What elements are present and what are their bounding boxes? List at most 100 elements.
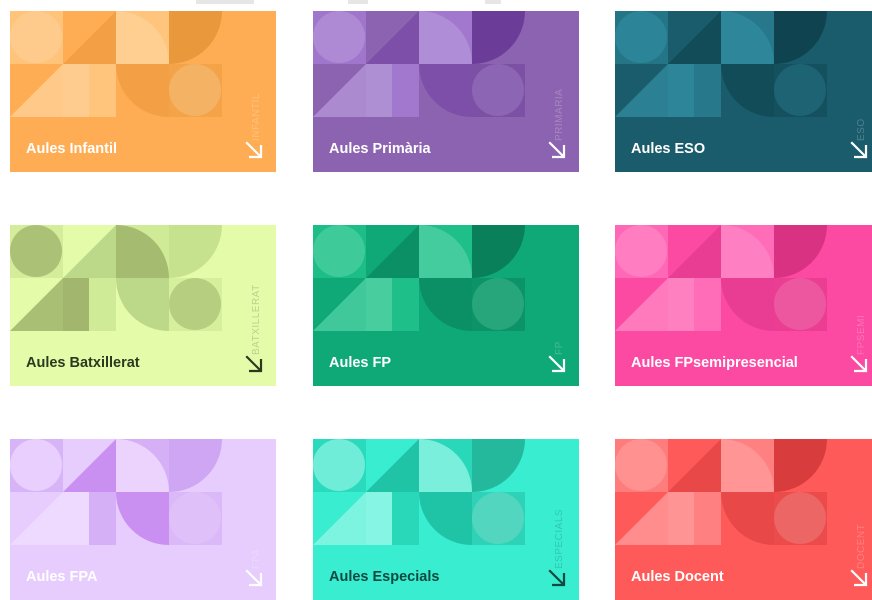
pattern-shape — [392, 64, 419, 117]
card-aules-fp[interactable]: FP Aules FP — [313, 225, 579, 386]
pattern-shape — [392, 278, 419, 331]
pattern-shape — [10, 278, 63, 331]
pattern-shape — [313, 225, 365, 277]
card-aules-especials[interactable]: ESPECIALS Aules Especials — [313, 439, 579, 600]
pattern-shape — [366, 225, 419, 278]
pattern-shape — [668, 225, 721, 278]
pattern-shape — [10, 225, 62, 277]
pattern-shape — [63, 64, 89, 117]
pattern-shape — [668, 64, 694, 117]
card-title: Aules FPA — [26, 569, 98, 585]
pattern-shape — [774, 278, 827, 331]
pattern-shape — [63, 225, 116, 278]
card-aules-eso[interactable]: ESO Aules ESO — [615, 11, 872, 172]
tab-indicator — [196, 0, 254, 4]
pattern-shape — [694, 492, 721, 545]
pattern-shape — [392, 492, 419, 545]
arrow-down-right-icon — [850, 141, 868, 159]
card-side-label: FP — [554, 341, 565, 355]
card-title: Aules Docent — [631, 569, 724, 585]
pattern-shape — [313, 64, 366, 117]
card-title: Aules ESO — [631, 141, 706, 157]
pattern-shape — [63, 439, 116, 492]
card-side-label: FPA — [251, 548, 262, 569]
pattern-shape — [472, 492, 525, 545]
pattern-shape — [694, 64, 721, 117]
pattern-shape — [89, 64, 116, 117]
card-side-label: INFANTIL — [251, 93, 262, 141]
pattern-shape — [169, 492, 222, 545]
card-aules-fpa[interactable]: FPA Aules FPA — [10, 439, 276, 600]
pattern-shape — [313, 439, 365, 491]
pattern-shape — [169, 439, 222, 492]
pattern-shape — [169, 225, 222, 278]
arrow-down-right-icon — [548, 141, 566, 159]
card-side-label: ESPECIALS — [554, 508, 565, 569]
card-side-label: PRIMARIA — [554, 88, 565, 141]
arrow-down-right-icon — [548, 355, 566, 373]
arrow-down-right-icon — [850, 569, 868, 587]
pattern-shape — [472, 278, 525, 331]
card-side-label: DOCENT — [856, 523, 867, 569]
card-aules-primaria[interactable]: PRIMARIA Aules Primària — [313, 11, 579, 172]
pattern-shape — [615, 11, 667, 63]
pattern-shape — [366, 439, 419, 492]
card-title: Aules Infantil — [26, 141, 118, 157]
pattern-shape — [89, 492, 116, 545]
pattern-shape — [774, 492, 827, 545]
pattern-shape — [10, 64, 63, 117]
card-side-label: FPSEMI — [856, 314, 867, 355]
card-aules-docent[interactable]: DOCENT Aules Docent — [615, 439, 872, 600]
pattern-shape — [419, 64, 472, 117]
pattern-shape — [774, 439, 827, 492]
pattern-shape — [366, 492, 392, 545]
pattern-shape — [694, 278, 721, 331]
pattern-shape — [313, 492, 366, 545]
pattern-shape — [169, 64, 222, 117]
pattern-shape — [419, 278, 472, 331]
pattern-shape — [472, 64, 525, 117]
pattern-shape — [774, 225, 827, 278]
card-side-label: ESO — [856, 118, 867, 141]
arrow-down-right-icon — [245, 141, 263, 159]
pattern-shape — [472, 11, 525, 64]
pattern-shape — [313, 11, 365, 63]
tab-indicator — [485, 0, 501, 4]
pattern-shape — [668, 11, 721, 64]
pattern-shape — [366, 278, 392, 331]
card-aules-fpsemipresencial[interactable]: FPSEMI Aules FPsemipresencial — [615, 225, 872, 386]
pattern-shape — [721, 278, 774, 331]
card-title: Aules Especials — [329, 569, 440, 585]
pattern-shape — [615, 439, 667, 491]
pattern-shape — [774, 11, 827, 64]
pattern-shape — [615, 64, 668, 117]
pattern-shape — [366, 64, 392, 117]
pattern-shape — [63, 11, 116, 64]
pattern-shape — [615, 278, 668, 331]
pattern-shape — [313, 278, 366, 331]
pattern-shape — [366, 11, 419, 64]
pattern-shape — [472, 439, 525, 492]
arrow-down-right-icon — [548, 569, 566, 587]
card-aules-batxillerat[interactable]: BATXILLERAT Aules Batxillerat — [10, 225, 276, 386]
pattern-shape — [472, 225, 525, 278]
pattern-shape — [169, 278, 222, 331]
card-title: Aules FPsemipresencial — [631, 355, 798, 371]
card-title: Aules FP — [329, 355, 392, 371]
pattern-shape — [116, 278, 169, 331]
pattern-shape — [668, 278, 694, 331]
pattern-shape — [721, 64, 774, 117]
card-title: Aules Batxillerat — [26, 355, 140, 371]
pattern-shape — [668, 492, 694, 545]
pattern-shape — [721, 492, 774, 545]
card-aules-infantil[interactable]: INFANTIL Aules Infantil — [10, 11, 276, 172]
pattern-shape — [10, 11, 62, 63]
pattern-shape — [774, 64, 827, 117]
card-title: Aules Primària — [329, 141, 431, 157]
pattern-shape — [10, 439, 62, 491]
pattern-shape — [10, 492, 63, 545]
card-side-label: BATXILLERAT — [251, 284, 262, 355]
arrow-down-right-icon — [245, 569, 263, 587]
pattern-shape — [419, 492, 472, 545]
pattern-shape — [615, 492, 668, 545]
